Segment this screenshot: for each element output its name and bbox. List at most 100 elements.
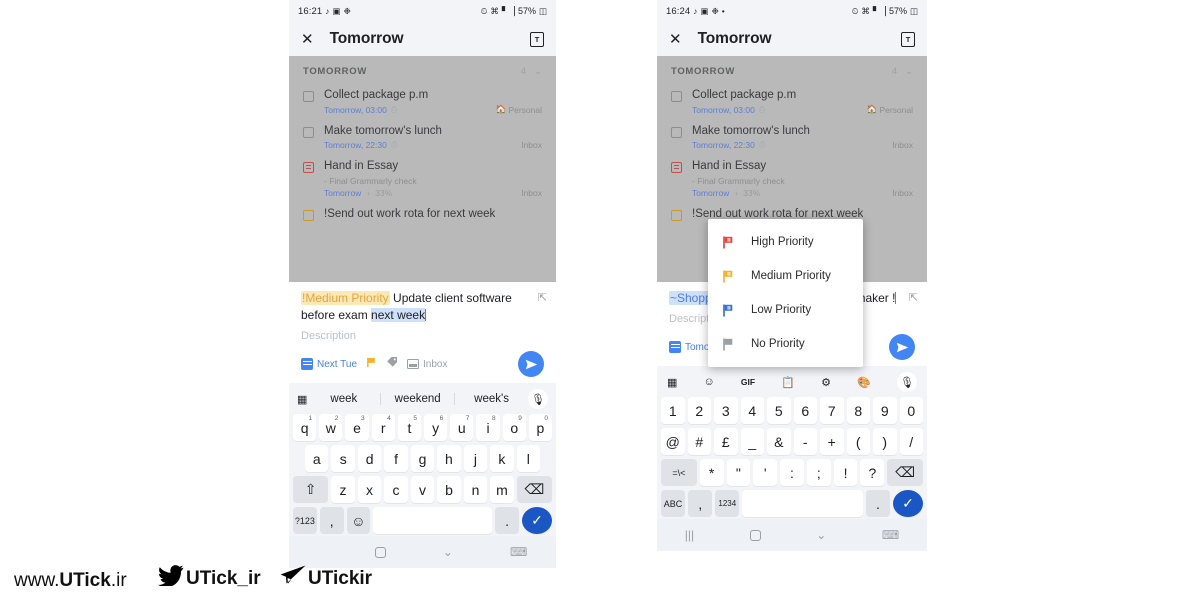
space-key[interactable] (373, 507, 493, 534)
shift-icon[interactable]: ⇧ (293, 476, 329, 503)
task-checkbox[interactable] (303, 91, 314, 102)
composer-project-chip[interactable]: Inbox (407, 359, 448, 370)
key-m[interactable]: m (490, 476, 514, 503)
numeric-key[interactable]: 1234 (715, 490, 740, 517)
key-question[interactable]: ? (860, 459, 885, 486)
key-q[interactable]: 1q (292, 414, 317, 441)
suggestion-3[interactable]: week's (454, 393, 528, 405)
task-checkbox[interactable] (671, 127, 682, 138)
task-checkbox[interactable] (303, 210, 314, 221)
suggestion-2[interactable]: weekend (380, 393, 454, 405)
key-5[interactable]: 5 (767, 397, 791, 424)
key-semicolon[interactable]: ; (806, 459, 831, 486)
text-note-icon[interactable]: T (901, 31, 915, 47)
menu-item-low-priority[interactable]: Low Priority (708, 293, 863, 327)
home-square-icon[interactable] (749, 529, 761, 541)
key-at[interactable]: @ (661, 428, 685, 455)
space-key[interactable] (742, 490, 863, 517)
text-note-icon[interactable]: T (530, 31, 544, 47)
key-n[interactable]: n (463, 476, 488, 503)
key-2[interactable]: 2 (687, 397, 711, 424)
table-row[interactable]: Collect package p.m Tomorrow, 03:00 ⎙ 🏠 … (289, 83, 556, 119)
backspace-icon[interactable]: ⌫ (887, 459, 923, 486)
composer-text[interactable]: !Medium Priority Update client software … (301, 290, 544, 324)
chevron-down-icon[interactable]: ⌄ (534, 66, 542, 77)
key-z[interactable]: z (331, 476, 355, 503)
key-exclamation[interactable]: ! (833, 459, 858, 486)
key-3[interactable]: 3 (714, 397, 738, 424)
key-x[interactable]: x (357, 476, 382, 503)
key-0[interactable]: 0 (899, 397, 923, 424)
key-w[interactable]: 2w (319, 414, 343, 441)
key-ampersand[interactable]: & (767, 428, 791, 455)
key-h[interactable]: h (437, 445, 461, 472)
section-meta[interactable]: 4 ⌄ (892, 66, 913, 77)
key-period[interactable]: . (495, 507, 520, 534)
key-plus[interactable]: + (820, 428, 844, 455)
key-period[interactable]: . (865, 490, 890, 517)
symbols-key[interactable]: ?123 (293, 507, 317, 534)
task-subtask-icon[interactable] (671, 162, 682, 173)
check-icon[interactable]: ✓ (522, 507, 553, 534)
key-l[interactable]: l (516, 445, 540, 472)
expand-arrows-icon[interactable]: ⇱ (909, 291, 918, 304)
gif-icon[interactable]: GIF (741, 377, 755, 387)
key-d[interactable]: d (357, 445, 382, 472)
key-i[interactable]: 8i (476, 414, 500, 441)
key-pound[interactable]: £ (714, 428, 738, 455)
task-checkbox[interactable] (671, 210, 682, 221)
send-icon[interactable] (889, 334, 915, 360)
description-placeholder[interactable]: Description (301, 330, 544, 342)
tag-icon[interactable] (386, 355, 398, 373)
palette-icon[interactable]: 🎨 (857, 376, 871, 389)
table-row[interactable]: Hand in Essay - Final Grammarly check To… (289, 154, 556, 202)
key-comma[interactable]: , (688, 490, 713, 517)
menu-item-no-priority[interactable]: No Priority (708, 327, 863, 361)
key-k[interactable]: k (490, 445, 514, 472)
emoji-icon[interactable]: ☺ (346, 507, 371, 534)
key-quote-double[interactable]: " (726, 459, 751, 486)
grid-menu-icon[interactable]: ▦ (297, 393, 307, 406)
clipboard-icon[interactable]: 📋 (781, 376, 795, 389)
close-icon[interactable]: ✕ (301, 32, 314, 47)
key-colon[interactable]: : (780, 459, 804, 486)
microphone-icon[interactable]: 🎙 (527, 389, 548, 409)
table-row[interactable]: Make tomorrow's lunch Tomorrow, 22:30 ⎙ … (289, 119, 556, 154)
flag-icon-orange[interactable] (366, 355, 377, 373)
composer-date-chip[interactable]: Next Tue (301, 358, 357, 370)
gear-icon[interactable]: ⚙ (821, 376, 831, 389)
table-row[interactable]: !Send out work rota for next week (289, 202, 556, 226)
key-u[interactable]: 7u (450, 414, 474, 441)
chevron-down-icon[interactable]: ⌄ (816, 528, 826, 542)
chevron-down-icon[interactable]: ⌄ (905, 66, 913, 77)
table-row[interactable]: Make tomorrow's lunch Tomorrow, 22:30 ⎙ … (657, 119, 927, 154)
key-g[interactable]: g (410, 445, 435, 472)
table-row[interactable]: Hand in Essay - Final Grammarly check To… (657, 154, 927, 202)
key-v[interactable]: v (410, 476, 435, 503)
key-f[interactable]: f (384, 445, 408, 472)
keyboard-icon[interactable]: ⌨ (510, 545, 527, 559)
menu-item-medium-priority[interactable]: Medium Priority (708, 259, 863, 293)
priority-menu[interactable]: High Priority Medium Priority Low Priori… (708, 219, 863, 367)
backspace-icon[interactable]: ⌫ (516, 476, 552, 503)
task-checkbox[interactable] (671, 91, 682, 102)
key-j[interactable]: j (463, 445, 488, 472)
expand-arrows-icon[interactable]: ⇱ (538, 291, 547, 304)
key-slash[interactable]: / (899, 428, 923, 455)
send-icon[interactable] (518, 351, 544, 377)
key-t[interactable]: 5t (397, 414, 421, 441)
recents-bars-icon[interactable]: ||| (685, 528, 694, 542)
key-o[interactable]: 9o (502, 414, 526, 441)
grid-menu-icon[interactable]: ▦ (667, 376, 677, 389)
priority-chip[interactable]: !Medium Priority (301, 291, 390, 305)
microphone-icon[interactable]: 🎙 (896, 372, 917, 392)
sticker-icon[interactable]: ☺ (704, 376, 715, 388)
suggestion-1[interactable]: week (307, 393, 380, 405)
key-y[interactable]: 6y (424, 414, 448, 441)
key-paren-close[interactable]: ) (873, 428, 897, 455)
chevron-down-icon[interactable]: ⌄ (443, 545, 453, 559)
key-b[interactable]: b (437, 476, 461, 503)
key-comma[interactable]: , (319, 507, 344, 534)
section-meta[interactable]: 4 ⌄ (521, 66, 542, 77)
key-7[interactable]: 7 (820, 397, 844, 424)
